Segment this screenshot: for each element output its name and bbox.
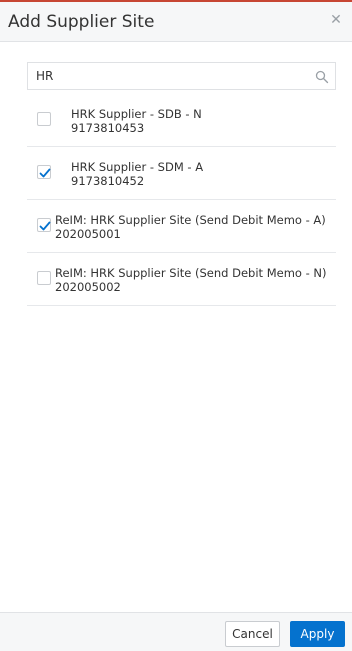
- checkmark-icon: [39, 168, 51, 178]
- list-item[interactable]: ReIM: HRK Supplier Site (Send Debit Memo…: [27, 253, 336, 306]
- dialog-footer: Cancel Apply: [0, 612, 352, 651]
- checkbox-unchecked[interactable]: [37, 112, 51, 126]
- cancel-button[interactable]: Cancel: [225, 621, 280, 647]
- supplier-site-name: ReIM: HRK Supplier Site (Send Debit Memo…: [55, 266, 327, 280]
- search-field[interactable]: HR: [27, 62, 336, 90]
- supplier-site-id: 202005002: [55, 280, 121, 294]
- supplier-site-list: HRK Supplier - SDB - N 9173810453 HRK Su…: [27, 94, 336, 306]
- search-icon[interactable]: [314, 69, 330, 85]
- supplier-site-id: 9173810452: [71, 174, 145, 188]
- search-input[interactable]: HR: [36, 69, 53, 83]
- supplier-site-name: HRK Supplier - SDM - A: [71, 160, 204, 174]
- supplier-site-name: ReIM: HRK Supplier Site (Send Debit Memo…: [55, 213, 326, 227]
- apply-button[interactable]: Apply: [290, 621, 345, 647]
- list-item[interactable]: HRK Supplier - SDM - A 9173810452: [27, 147, 336, 200]
- checkbox-unchecked[interactable]: [37, 271, 51, 285]
- supplier-site-name: HRK Supplier - SDB - N: [71, 107, 202, 121]
- checkmark-icon: [39, 221, 51, 231]
- list-item[interactable]: ReIM: HRK Supplier Site (Send Debit Memo…: [27, 200, 336, 253]
- dialog-header: Add Supplier Site ✕: [0, 2, 352, 42]
- close-icon[interactable]: ✕: [329, 13, 343, 27]
- list-item[interactable]: HRK Supplier - SDB - N 9173810453: [27, 94, 336, 147]
- dialog-title: Add Supplier Site: [8, 12, 155, 32]
- checkbox-checked[interactable]: [37, 218, 51, 232]
- add-supplier-site-dialog: Add Supplier Site ✕ HR HRK Supplier - SD…: [0, 0, 352, 651]
- checkbox-checked[interactable]: [37, 165, 51, 179]
- supplier-site-id: 202005001: [55, 227, 121, 241]
- supplier-site-id: 9173810453: [71, 121, 145, 135]
